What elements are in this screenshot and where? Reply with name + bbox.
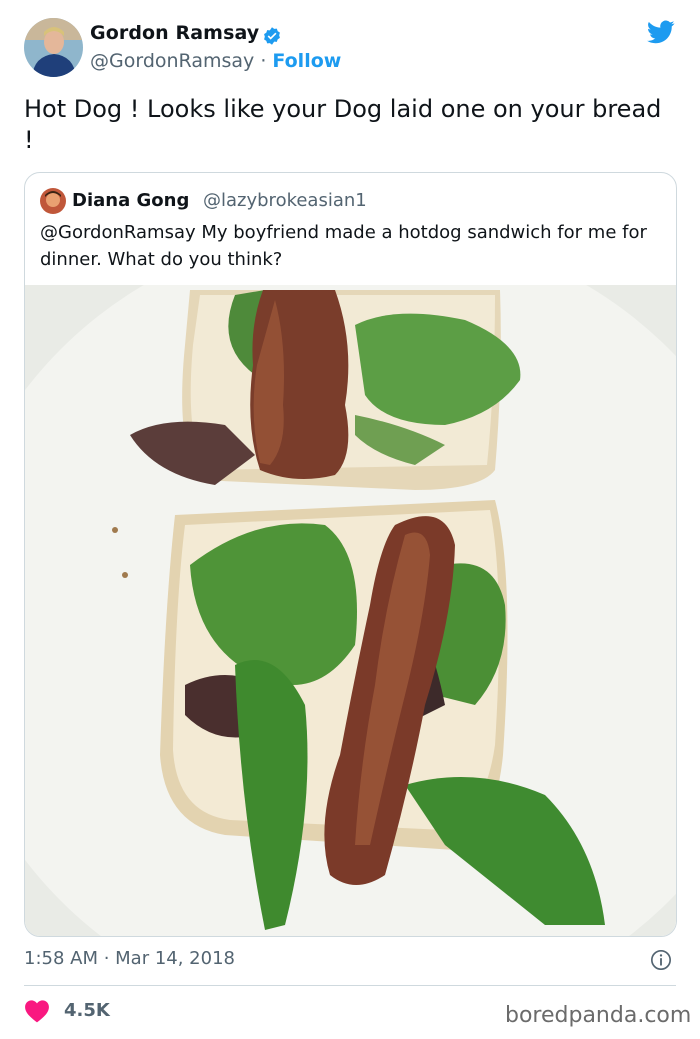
- quoted-author-handle: @lazybrokeasian1: [203, 190, 367, 211]
- author-name[interactable]: Gordon Ramsay: [90, 22, 259, 44]
- tweet-timestamp[interactable]: 1:58 AM · Mar 14, 2018: [24, 948, 235, 969]
- like-count[interactable]: 4.5K: [64, 1000, 110, 1021]
- quoted-tweet[interactable]: Diana Gong @lazybrokeasian1 @GordonRamsa…: [24, 172, 677, 937]
- hotdog-sandwich-photo[interactable]: [25, 285, 676, 936]
- watermark: boredpanda.com: [505, 1003, 692, 1028]
- separator-dot: ·: [260, 50, 267, 72]
- follow-button[interactable]: Follow: [272, 50, 341, 72]
- divider: [24, 985, 676, 986]
- heart-icon[interactable]: [24, 999, 50, 1023]
- author-handle-line: @GordonRamsay · Follow: [90, 50, 341, 72]
- author-handle[interactable]: @GordonRamsay: [90, 50, 254, 72]
- twitter-bird-icon[interactable]: [645, 18, 677, 46]
- quoted-author-name: Diana Gong: [72, 190, 190, 211]
- quoted-author-avatar: [40, 188, 66, 214]
- verified-badge-icon: [264, 27, 280, 45]
- quoted-tweet-text: @GordonRamsay My boyfriend made a hotdog…: [40, 222, 647, 270]
- info-icon[interactable]: [650, 949, 672, 971]
- tweet-text: Hot Dog ! Looks like your Dog laid one o…: [24, 95, 662, 154]
- author-avatar[interactable]: [24, 18, 83, 77]
- tweet-card: Gordon Ramsay @GordonRamsay · Follow Hot…: [0, 0, 700, 1039]
